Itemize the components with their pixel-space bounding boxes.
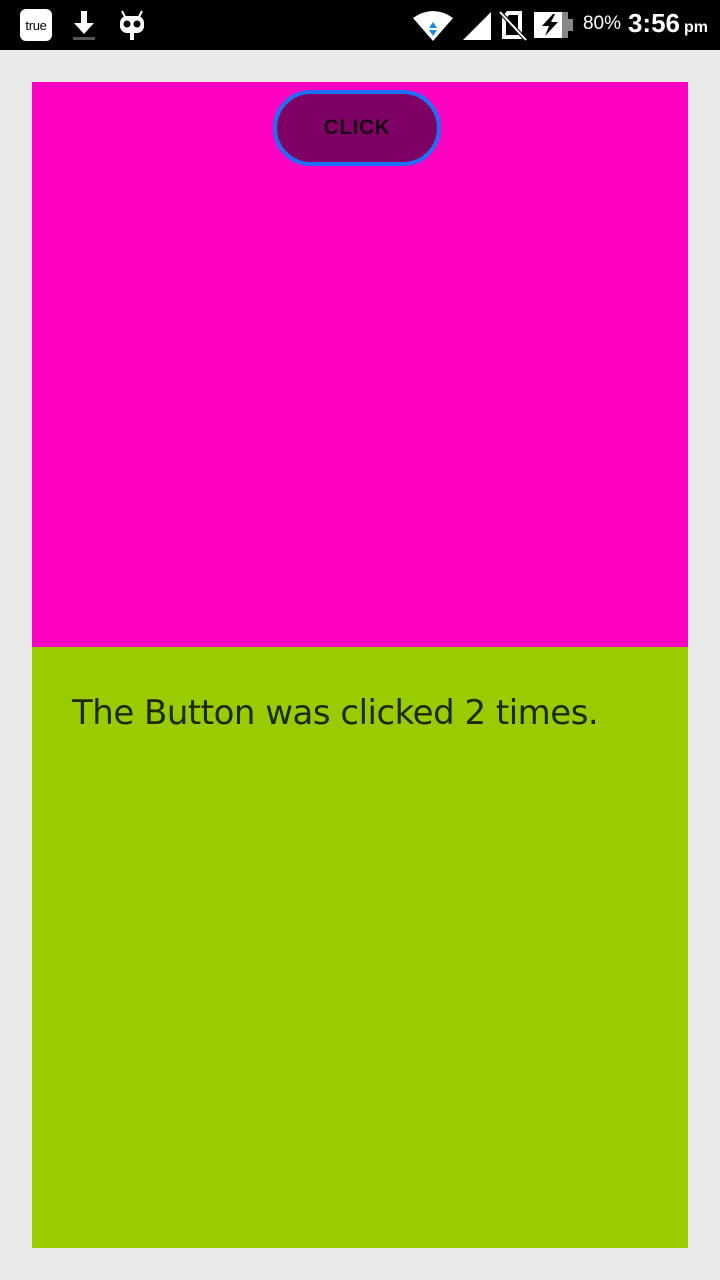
- click-count-text: The Button was clicked 2 times.: [72, 693, 599, 733]
- click-button[interactable]: CLICK: [273, 90, 441, 166]
- clock: 3:56 pm: [628, 8, 708, 39]
- signal-icon: [463, 12, 491, 40]
- cyanogen-icon: [120, 10, 144, 40]
- battery-percent: 80%: [582, 13, 621, 34]
- top-panel: CLICK: [32, 82, 688, 647]
- clock-ampm: pm: [684, 19, 708, 36]
- status-bar: true 80% 3:56 pm: [0, 0, 720, 50]
- wifi-icon: [413, 11, 453, 41]
- no-sim-icon: [498, 10, 528, 41]
- battery-charging-icon: [534, 12, 573, 38]
- bottom-panel: The Button was clicked 2 times.: [32, 647, 688, 1248]
- clock-time: 3:56: [627, 8, 680, 38]
- true-icon: true: [20, 9, 52, 41]
- true-icon-label: true: [25, 17, 47, 33]
- download-icon: [73, 11, 95, 40]
